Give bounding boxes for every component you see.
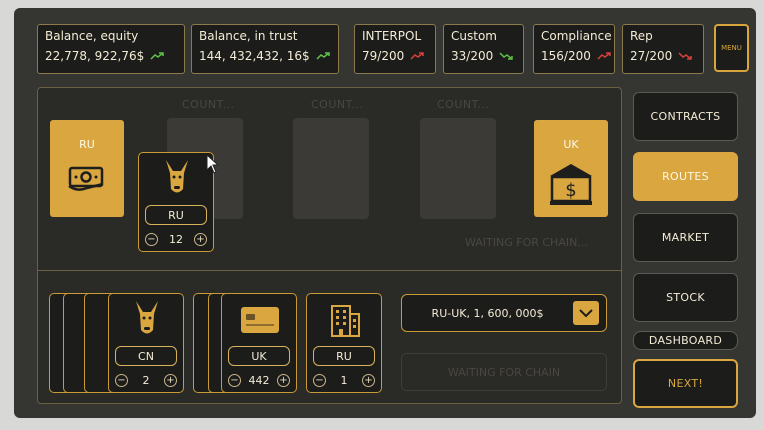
trend-up-icon [150, 52, 164, 60]
route-select[interactable]: RU-UK, 1, 600, 000$ [401, 294, 607, 332]
dragged-unit-card[interactable]: RU − 12 + [138, 152, 214, 252]
unit-country-tag: RU [313, 346, 375, 366]
stat-label: Balance, equity [45, 29, 139, 43]
stat-rep: Rep 27/200 [622, 24, 704, 74]
stat-value: 144, 432,432, 16$ [199, 49, 310, 63]
nav-stock-button[interactable]: STOCK [633, 273, 738, 322]
trend-down-icon [678, 52, 692, 60]
office-building-icon [328, 300, 362, 342]
stat-balance-trust: Balance, in trust 144, 432,432, 16$ [191, 24, 339, 74]
origin-country-card[interactable]: RU [50, 120, 124, 217]
nav-dashboard-button[interactable]: DASHBOARD [633, 331, 738, 350]
donkey-icon [133, 300, 161, 342]
unit-count: 2 [142, 373, 150, 387]
unit-count: 12 [169, 232, 183, 246]
stat-label: Rep [630, 29, 653, 43]
donkey-icon [163, 159, 191, 201]
unit-country-tag: CN [115, 346, 177, 366]
next-button[interactable]: NEXT! [633, 359, 738, 408]
unit-country-tag: UK [228, 346, 290, 366]
inventory-unit-card[interactable]: UK − 442 + [221, 293, 297, 393]
quantity-stepper: − 442 + [228, 372, 290, 388]
board-divider [38, 270, 621, 271]
stat-label: Compliance [541, 29, 612, 43]
decrement-button[interactable]: − [313, 373, 326, 387]
stat-value: 33/200 [451, 49, 494, 63]
trend-up-icon [316, 52, 330, 60]
slot-label: COUNT... [311, 98, 364, 111]
chevron-down-icon[interactable] [573, 301, 599, 325]
route-board: RU COUNT... COUNT... COUNT... UK $ WAITI… [37, 87, 622, 404]
chain-status-box: WAITING FOR CHAIN [401, 353, 607, 391]
increment-button[interactable]: + [194, 232, 207, 246]
svg-text:$: $ [565, 180, 576, 201]
quantity-stepper: − 12 + [145, 231, 207, 247]
nav-routes-button[interactable]: ROUTES [633, 152, 738, 201]
increment-button[interactable]: + [362, 373, 375, 387]
nav-market-button[interactable]: MARKET [633, 213, 738, 262]
origin-country-code: RU [79, 138, 95, 151]
stat-compliance: Compliance 156/200 [533, 24, 615, 74]
stat-value: 27/200 [630, 49, 673, 63]
unit-count: 1 [340, 373, 348, 387]
inventory-unit-card[interactable]: CN − 2 + [108, 293, 184, 393]
decrement-button[interactable]: − [145, 232, 158, 246]
trend-up-icon [410, 52, 424, 60]
stat-label: Custom [451, 29, 497, 43]
stat-label: Balance, in trust [199, 29, 298, 43]
quantity-stepper: − 2 + [115, 372, 177, 388]
stat-value: 156/200 [541, 49, 591, 63]
chain-slot[interactable] [420, 118, 496, 219]
chain-slot[interactable] [293, 118, 369, 219]
destination-country-code: UK [563, 138, 579, 151]
stat-value: 22,778, 922,76$ [45, 49, 145, 63]
quantity-stepper: − 1 + [313, 372, 375, 388]
decrement-button[interactable]: − [228, 373, 241, 387]
stat-interpol: INTERPOL 79/200 [354, 24, 436, 74]
stat-custom: Custom 33/200 [443, 24, 524, 74]
credit-card-icon [240, 306, 280, 338]
route-select-value: RU-UK, 1, 600, 000$ [431, 306, 544, 320]
inventory-unit-card[interactable]: RU − 1 + [306, 293, 382, 393]
destination-country-card[interactable]: UK $ [534, 120, 608, 217]
increment-button[interactable]: + [164, 373, 177, 387]
menu-button[interactable]: MENU [714, 24, 749, 72]
stat-value: 79/200 [362, 49, 405, 63]
bank-icon: $ [548, 162, 594, 210]
decrement-button[interactable]: − [115, 373, 128, 387]
game-window: Balance, equity 22,778, 922,76$ Balance,… [14, 8, 756, 418]
waiting-for-chain-label: WAITING FOR CHAIN... [465, 236, 588, 249]
unit-count: 442 [248, 373, 270, 387]
nav-contracts-button[interactable]: CONTRACTS [633, 92, 738, 141]
trend-down-icon [499, 52, 513, 60]
trend-up-icon [597, 52, 611, 60]
money-icon [67, 162, 107, 198]
mouse-cursor-icon [206, 153, 220, 178]
increment-button[interactable]: + [277, 373, 290, 387]
slot-label: COUNT... [437, 98, 490, 111]
slot-label: COUNT... [182, 98, 235, 111]
stat-balance-equity: Balance, equity 22,778, 922,76$ [37, 24, 185, 74]
unit-country-tag: RU [145, 205, 207, 225]
stat-label: INTERPOL [362, 29, 422, 43]
